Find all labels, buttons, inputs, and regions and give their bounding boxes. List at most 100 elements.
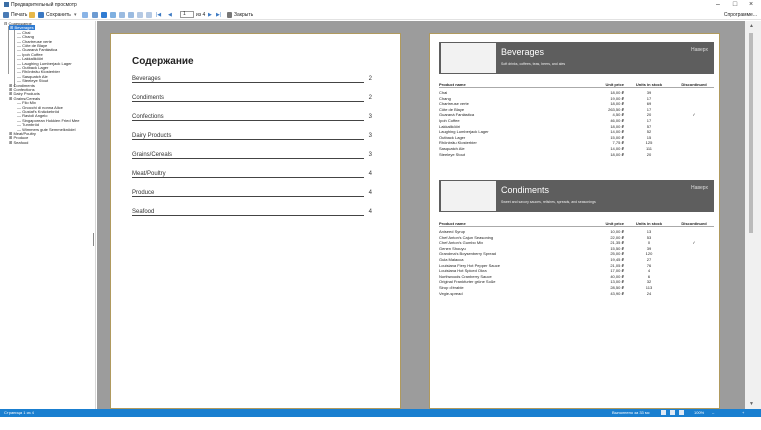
find-icon[interactable] [92, 12, 98, 18]
product-name: Chef Anton's Gumbo Mix [439, 240, 484, 246]
close-preview-icon[interactable] [227, 12, 232, 18]
first-page-icon[interactable]: |◀ [156, 11, 161, 19]
about-link[interactable]: Спрограмме... [724, 11, 757, 19]
toc-entry[interactable]: Produce 4 [132, 190, 372, 200]
toc-title: Содержание [132, 56, 194, 67]
units-in-stock: 13 [646, 229, 652, 234]
toc-entry-name: Beverages [132, 76, 163, 82]
units-in-stock: 39 [646, 245, 652, 251]
preview-area[interactable]: Содержание Beverages 2 Condiments 2 Confecti… [97, 21, 745, 409]
toc-leader [132, 196, 364, 197]
col-header: Units in stock [635, 82, 663, 87]
email-icon[interactable] [82, 12, 88, 18]
toc-entry[interactable]: Meat/Poultry 4 [132, 171, 372, 181]
table-header: Product name Unit price Units in stock Disc… [439, 221, 714, 227]
toolbar: Печать Сохранить ▾ |◀ ◀ 1 из 4 ▶ ▶| Закр… [0, 10, 761, 20]
product-name: Sirop d'érable [439, 285, 464, 290]
product-name: Chai [439, 90, 448, 95]
view-multi-icon[interactable] [670, 410, 675, 415]
maximize-button[interactable]: □ [729, 1, 741, 9]
toc-entry[interactable]: Dairy Products 3 [132, 133, 372, 143]
page-setup-icon[interactable] [128, 12, 134, 18]
print-button[interactable]: Печать [11, 11, 27, 19]
scroll-thumb[interactable] [749, 33, 753, 233]
product-name: Original Frankfurter grüne Soße [439, 279, 496, 285]
scroll-down-icon[interactable]: ▼ [749, 401, 754, 407]
units-in-stock: 52 [646, 129, 652, 135]
page-info: Страница 1 из 4 [4, 410, 34, 415]
unit-price: 43,90 ₽ [610, 290, 624, 296]
page-number-input[interactable]: 1 [180, 11, 194, 18]
watermark-icon[interactable] [137, 12, 143, 18]
tree-item[interactable]: ⊞ Seafood [9, 140, 28, 145]
units-in-stock: 0 [647, 240, 651, 246]
col-header: Units in stock [635, 221, 663, 226]
prev-page-icon[interactable]: ◀ [168, 11, 172, 19]
unit-price: 19,00 ₽ [610, 95, 624, 101]
last-page-icon[interactable]: ▶| [216, 11, 221, 19]
unit-price: 28,50 ₽ [610, 285, 624, 290]
close-window-button[interactable]: × [745, 1, 757, 9]
product-name: Guaraná Fantástica [439, 112, 475, 118]
save-icon[interactable] [38, 12, 44, 18]
toc-entry[interactable]: Condiments 2 [132, 95, 372, 105]
units-in-stock: 17 [646, 106, 652, 112]
units-in-stock: 120 [645, 251, 653, 257]
top-link[interactable]: Наверх [691, 47, 708, 53]
toc-entry[interactable]: Confections 3 [132, 114, 372, 124]
toc-entry[interactable]: Seafood 4 [132, 209, 372, 219]
toc-leader [132, 177, 364, 178]
print-icon[interactable] [3, 12, 9, 18]
toc-leader [132, 215, 364, 216]
units-in-stock: 20 [646, 112, 652, 118]
units-in-stock: 111 [645, 146, 653, 151]
product-name: Sasquatch Ale [439, 146, 465, 151]
render-time: Выполнено за 33 мс [612, 410, 650, 415]
units-in-stock: 17 [646, 95, 652, 101]
close-preview-button[interactable]: Закрыть [234, 11, 253, 19]
unit-price: 4,50 ₽ [612, 112, 624, 118]
zoom-in-icon[interactable]: + [742, 409, 744, 417]
minimize-button[interactable]: – [712, 1, 724, 9]
sidebar-splitter[interactable] [93, 233, 94, 246]
zoom-level[interactable]: 100% [694, 409, 704, 417]
report-page-1: Содержание Beverages 2 Condiments 2 Confecti… [110, 33, 401, 409]
toc-entry-name: Seafood [132, 209, 157, 215]
unit-price: 18,00 ₽ [610, 90, 624, 95]
product-name: Rhönbräu Klosterbier [439, 140, 477, 146]
single-page-icon[interactable] [101, 12, 107, 18]
product-name: Chartreuse verte [439, 101, 469, 107]
save-button[interactable]: Сохранить [46, 11, 71, 19]
unit-price: 10,00 ₽ [610, 229, 624, 234]
view-fit-icon[interactable] [679, 410, 684, 415]
product-name: Laughing Lumberjack Lager [439, 129, 489, 135]
toc-entry[interactable]: Beverages 2 [132, 76, 372, 86]
table-row: Steeleye Stout 18,00 ₽ 20 [439, 152, 714, 158]
zoom-icon[interactable] [119, 12, 125, 18]
save-dropdown-icon[interactable]: ▾ [74, 11, 77, 19]
unit-price: 18,00 ₽ [610, 151, 624, 157]
category-image [441, 43, 496, 73]
scroll-up-icon[interactable]: ▲ [749, 23, 754, 29]
unit-price: 14,00 ₽ [610, 146, 624, 151]
top-link[interactable]: Наверх [691, 185, 708, 191]
units-in-stock: 27 [646, 257, 652, 262]
toc-entry-name: Grains/Cereals [132, 152, 175, 158]
vertical-scrollbar[interactable]: ▲ ▼ [745, 21, 761, 409]
product-name: Lakkalikööri [439, 123, 461, 129]
unit-price: 46,00 ₽ [610, 118, 624, 123]
multi-page-icon[interactable] [110, 12, 116, 18]
toc-entry[interactable]: Grains/Cereals 3 [132, 152, 372, 162]
edit-icon[interactable] [146, 12, 152, 18]
toc-leader [132, 139, 364, 140]
product-name: Ipoh Coffee [439, 118, 460, 123]
zoom-out-icon[interactable]: – [712, 409, 714, 417]
table-header: Product name Unit price Units in stock Disc… [439, 82, 714, 88]
view-single-icon[interactable] [661, 410, 666, 415]
window-title: Предварительный просмотр [11, 2, 77, 8]
open-folder-icon[interactable] [29, 12, 35, 18]
next-page-icon[interactable]: ▶ [208, 11, 212, 19]
product-name: Genen Shouyu [439, 245, 466, 251]
product-name: Northwoods Cranberry Sauce [439, 273, 492, 279]
units-in-stock: 32 [646, 279, 652, 285]
